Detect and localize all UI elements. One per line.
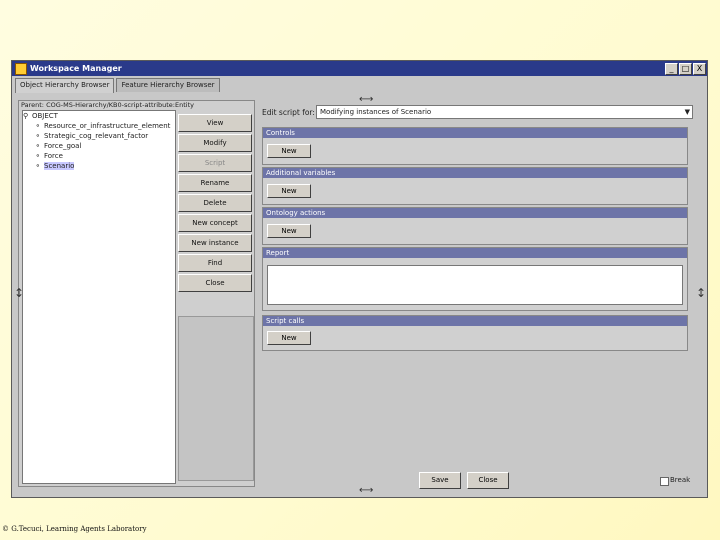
report-section: Report	[262, 247, 688, 311]
bottom-bar: Save Close Break	[258, 469, 703, 493]
ontology-actions-section: Ontology actions New	[262, 207, 688, 245]
new-control-button[interactable]: New	[267, 144, 311, 158]
tree-node-icon: ⚬	[35, 162, 41, 170]
tab-feature-hierarchy[interactable]: Feature Hierarchy Browser	[116, 78, 220, 92]
save-button[interactable]: Save	[419, 472, 461, 489]
tab-object-hierarchy[interactable]: Object Hierarchy Browser	[15, 78, 115, 93]
new-instance-button[interactable]: New instance	[178, 234, 252, 252]
window-title: Workspace Manager	[30, 64, 122, 73]
tree-item[interactable]: ⚬ Force_goal	[23, 141, 175, 151]
maximize-button[interactable]: □	[679, 62, 692, 75]
new-script-call-button[interactable]: New	[267, 331, 311, 345]
close-window-button[interactable]: X	[693, 62, 706, 75]
controls-section: Controls New	[262, 127, 688, 165]
tab-bar: Object Hierarchy Browser Feature Hierarc…	[15, 78, 222, 93]
delete-button[interactable]: Delete	[178, 194, 252, 212]
tree-node-icon: ⚬	[35, 142, 41, 150]
edit-script-select[interactable]: Modifying instances of Scenario ▼	[316, 105, 693, 119]
additional-variables-section: Additional variables New	[262, 167, 688, 205]
object-tree[interactable]: ⚲ OBJECT ⚬ Resource_or_infrastructure_elem…	[22, 110, 176, 484]
break-checkbox-label: Break	[670, 476, 691, 484]
tree-node-icon: ⚬	[35, 132, 41, 140]
footer-copyright: © G.Tecuci, Learning Agents Laboratory	[2, 525, 147, 533]
section-header: Controls	[263, 128, 687, 138]
tree-item[interactable]: ⚬ Strategic_cog_relevant_factor	[23, 131, 175, 141]
parent-path: Parent: COG-MS-Hierarchy/KB0-script-attr…	[21, 101, 194, 109]
script-button[interactable]: Script	[178, 154, 252, 172]
view-button[interactable]: View	[178, 114, 252, 132]
new-ontology-action-button[interactable]: New	[267, 224, 311, 238]
action-button-column: View Modify Script Rename Delete New con…	[178, 114, 252, 294]
button-column-filler	[178, 316, 254, 481]
chevron-down-icon[interactable]: ▼	[685, 106, 690, 118]
tree-item[interactable]: ⚬ Force	[23, 151, 175, 161]
title-bar: Workspace Manager _ □ X	[12, 61, 707, 76]
app-icon	[15, 62, 27, 75]
tree-item-selected[interactable]: ⚬ Scenario	[23, 161, 175, 171]
section-header: Script calls	[263, 316, 687, 326]
break-checkbox[interactable]	[660, 477, 669, 486]
tree-key-icon: ⚲	[23, 112, 29, 120]
section-header: Additional variables	[263, 168, 687, 178]
section-header: Report	[263, 248, 687, 258]
script-editor-panel: Edit script for: Modifying instances of …	[258, 100, 703, 493]
find-button[interactable]: Find	[178, 254, 252, 272]
edit-script-label: Edit script for:	[262, 108, 315, 117]
edit-script-value: Modifying instances of Scenario	[320, 108, 432, 116]
workspace-manager-window: Workspace Manager _ □ X Object Hierarchy…	[11, 60, 708, 498]
tree-node-icon: ⚬	[35, 152, 41, 160]
section-header: Ontology actions	[263, 208, 687, 218]
modify-button[interactable]: Modify	[178, 134, 252, 152]
rename-button[interactable]: Rename	[178, 174, 252, 192]
vertical-resize-icon[interactable]: ↕	[14, 286, 24, 300]
tree-item[interactable]: ⚬ Resource_or_infrastructure_element	[23, 121, 175, 131]
tree-node-icon: ⚬	[35, 122, 41, 130]
new-variable-button[interactable]: New	[267, 184, 311, 198]
close-script-button[interactable]: Close	[467, 472, 509, 489]
new-concept-button[interactable]: New concept	[178, 214, 252, 232]
script-calls-section: Script calls New	[262, 315, 688, 351]
report-textarea[interactable]	[267, 265, 683, 305]
object-browser-panel: Parent: COG-MS-Hierarchy/KB0-script-attr…	[18, 100, 255, 487]
tree-item[interactable]: ⚲ OBJECT	[23, 111, 175, 121]
minimize-button[interactable]: _	[665, 62, 678, 75]
close-button[interactable]: Close	[178, 274, 252, 292]
